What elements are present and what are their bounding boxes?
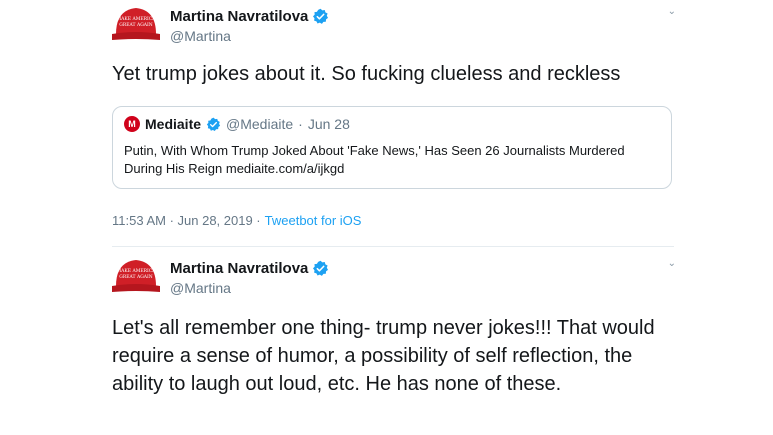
tweet-text: Yet trump jokes about it. So fucking clu…: [112, 63, 621, 85]
user-names: Martina Navratilova @Martina: [170, 6, 329, 44]
quoted-display-name: Mediaite: [145, 116, 202, 132]
svg-text:MAKE AMERICA: MAKE AMERICA: [117, 16, 157, 22]
red-cap-icon: MAKE AMERICA GREAT AGAIN: [112, 8, 160, 40]
tweet-text: Let's all remember one thing- trump neve…: [112, 317, 655, 395]
display-name[interactable]: Martina Navratilova: [170, 260, 308, 277]
user-handle[interactable]: @Martina: [170, 28, 329, 44]
svg-text:MAKE AMERICA: MAKE AMERICA: [117, 268, 157, 274]
quoted-tweet[interactable]: M Mediaite @Mediaite · Jun 28 Putin, Wit…: [112, 106, 672, 189]
display-name-row: Martina Navratilova: [170, 6, 329, 26]
quoted-handle: @Mediaite: [226, 116, 294, 132]
quoted-tweet-header: M Mediaite @Mediaite · Jun 28: [124, 115, 660, 133]
red-cap-icon: MAKE AMERICA GREAT AGAIN: [112, 260, 160, 292]
tweet-meta: 11:53 AM · Jun 28, 2019 · Tweetbot for i…: [112, 213, 674, 228]
quoted-tweet-text: Putin, With Whom Trump Joked About 'Fake…: [124, 143, 625, 176]
chevron-down-icon[interactable]: ⌄: [668, 6, 676, 17]
verified-badge-icon: [206, 117, 221, 131]
svg-text:GREAT AGAIN: GREAT AGAIN: [119, 274, 153, 280]
quoted-date: Jun 28: [307, 116, 350, 132]
tweet-header: MAKE AMERICA GREAT AGAIN Martina Navrati…: [112, 0, 676, 48]
tweet-source-link[interactable]: Tweetbot for iOS: [265, 213, 362, 228]
chevron-down-icon[interactable]: ⌄: [668, 258, 676, 269]
avatar[interactable]: MAKE AMERICA GREAT AGAIN: [112, 4, 160, 44]
display-name[interactable]: Martina Navratilova: [170, 8, 308, 25]
verified-badge-icon: [313, 8, 329, 24]
tweet: MAKE AMERICA GREAT AGAIN Martina Navrati…: [112, 0, 676, 228]
user-handle[interactable]: @Martina: [170, 280, 329, 296]
tweet-header: MAKE AMERICA GREAT AGAIN Martina Navrati…: [112, 252, 676, 300]
divider: [112, 246, 674, 247]
avatar[interactable]: MAKE AMERICA GREAT AGAIN: [112, 256, 160, 296]
separator-dot: ·: [298, 116, 303, 132]
tweet: MAKE AMERICA GREAT AGAIN Martina Navrati…: [112, 252, 676, 398]
mediaite-logo-icon: M: [124, 116, 140, 132]
user-names: Martina Navratilova @Martina: [170, 258, 329, 296]
verified-badge-icon: [313, 260, 329, 276]
display-name-row: Martina Navratilova: [170, 258, 329, 278]
svg-text:GREAT AGAIN: GREAT AGAIN: [119, 22, 153, 28]
tweet-timestamp[interactable]: 11:53 AM · Jun 28, 2019 ·: [112, 213, 261, 228]
